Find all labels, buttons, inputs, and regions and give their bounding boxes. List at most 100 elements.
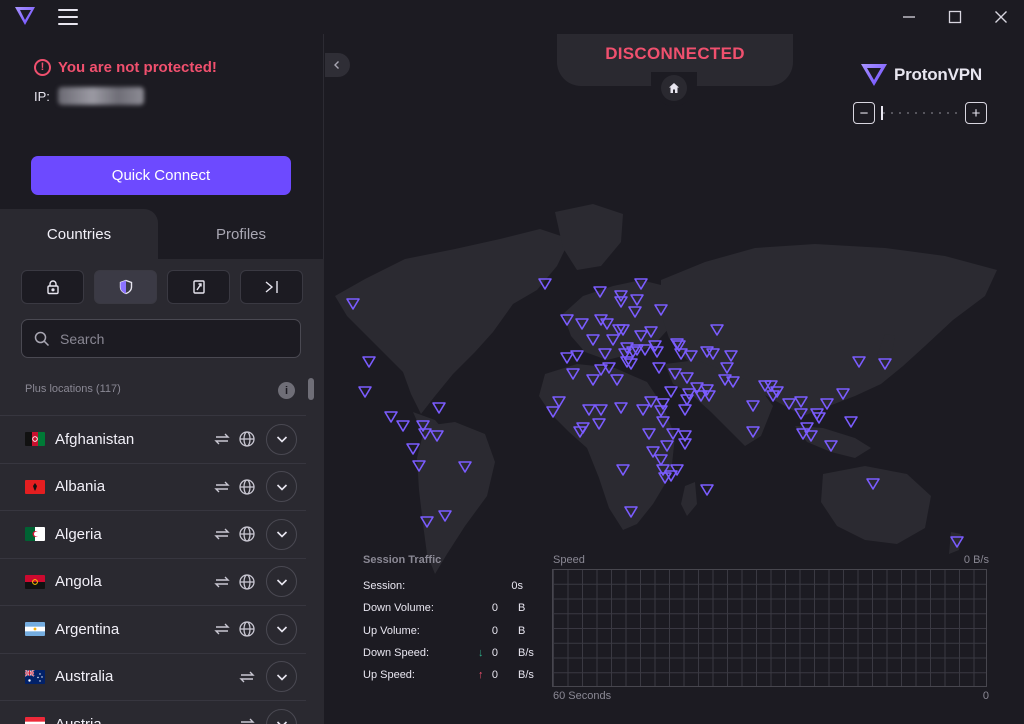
expand-button[interactable]	[266, 518, 297, 550]
flag-angola-icon	[25, 574, 45, 589]
quick-connect-button[interactable]: Quick Connect	[31, 156, 291, 195]
expand-button[interactable]	[266, 566, 297, 598]
traffic-unit: B/s	[518, 669, 534, 681]
server-marker-icon[interactable]	[560, 352, 574, 364]
p2p-arrows-icon	[241, 718, 255, 723]
ip-label: IP:	[34, 88, 50, 104]
filter-p2p-button[interactable]	[167, 270, 230, 304]
server-marker-icon[interactable]	[396, 420, 410, 432]
country-name: Albania	[55, 478, 106, 496]
server-marker-icon[interactable]	[358, 386, 372, 398]
country-name: Algeria	[55, 525, 102, 543]
flag-albania-icon	[25, 479, 45, 494]
session-traffic-title: Session Traffic	[363, 554, 442, 566]
country-row-angola[interactable]: Angola	[0, 557, 306, 606]
close-button[interactable]	[978, 0, 1024, 34]
ip-address: IP:	[34, 87, 144, 105]
brand-name: ProtonVPN	[894, 65, 982, 84]
flag-afghanistan-icon	[25, 432, 45, 447]
filter-secure-core-button[interactable]	[21, 270, 84, 304]
p2p-arrows-icon	[214, 623, 230, 635]
title-bar	[0, 0, 1024, 34]
zoom-slider-handle[interactable]	[881, 106, 883, 120]
connection-status-text: DISCONNECTED	[605, 44, 745, 63]
country-row-algeria[interactable]: Algeria	[0, 510, 306, 558]
server-marker-icon[interactable]	[664, 386, 678, 398]
filter-tor-button[interactable]	[240, 270, 303, 304]
chevron-down-icon	[276, 721, 287, 724]
hamburger-menu-icon[interactable]	[58, 7, 78, 27]
traffic-label: Session:	[363, 580, 406, 592]
traffic-label: Down Volume:	[363, 602, 434, 614]
flag-austria-icon	[25, 717, 45, 724]
server-marker-icon[interactable]	[384, 411, 398, 423]
traffic-label: Up Volume:	[363, 625, 420, 637]
feature-filters	[21, 270, 303, 304]
server-marker-icon[interactable]	[652, 362, 666, 374]
zoom-slider-track[interactable]	[883, 112, 959, 114]
home-button[interactable]	[661, 75, 687, 101]
map-panel: DISCONNECTED ProtonVPN − + Session Traff…	[325, 34, 1024, 724]
country-row-austria[interactable]: Austria	[0, 700, 306, 724]
expand-button[interactable]	[266, 471, 297, 503]
country-list: Afghanistan Albania Algeria Angola Argen…	[0, 415, 306, 724]
proton-vpn-logo-icon	[861, 64, 887, 86]
maximize-icon	[948, 10, 962, 24]
traffic-label: Down Speed:	[363, 647, 430, 659]
expand-button[interactable]	[266, 661, 297, 693]
collapse-sidebar-button[interactable]	[325, 53, 350, 77]
country-name: Australia	[55, 668, 114, 686]
speed-chart-x-right: 0	[982, 690, 989, 702]
chevron-down-icon	[276, 484, 287, 491]
tab-countries[interactable]: Countries	[0, 209, 158, 259]
server-marker-icon[interactable]	[432, 402, 446, 414]
protection-status-text: You are not protected!	[58, 59, 217, 76]
country-row-australia[interactable]: Australia	[0, 652, 306, 701]
filter-netshield-button[interactable]	[94, 270, 157, 304]
speed-chart-label: Speed	[553, 554, 585, 566]
traffic-label: Up Speed:	[363, 669, 415, 681]
search-input[interactable]	[60, 330, 280, 347]
globe-icon	[239, 574, 255, 590]
proton-logo-icon[interactable]	[14, 6, 36, 26]
expand-button[interactable]	[266, 423, 297, 455]
close-icon	[995, 11, 1007, 23]
minimize-icon	[903, 16, 915, 18]
brand-logo: ProtonVPN	[860, 63, 982, 87]
maximize-button[interactable]	[932, 0, 978, 34]
server-marker-icon[interactable]	[406, 443, 420, 455]
country-row-albania[interactable]: Albania	[0, 462, 306, 511]
server-marker-icon[interactable]	[678, 404, 692, 416]
protection-status: ! You are not protected!	[34, 59, 217, 76]
home-icon	[669, 83, 679, 93]
tab-profiles[interactable]: Profiles	[158, 209, 324, 259]
sidebar: ! You are not protected! IP: Quick Conne…	[0, 34, 324, 724]
search-field[interactable]	[21, 319, 301, 358]
country-row-afghanistan[interactable]: Afghanistan	[0, 415, 306, 463]
traffic-value: 0s	[511, 580, 523, 592]
p2p-arrows-icon	[214, 433, 230, 445]
server-marker-icon[interactable]	[844, 416, 858, 428]
sidebar-tabs: Countries Profiles	[0, 209, 324, 259]
expand-button[interactable]	[266, 613, 297, 645]
flag-argentina-icon	[25, 622, 45, 637]
server-marker-icon[interactable]	[362, 356, 376, 368]
list-scrollbar[interactable]	[307, 378, 315, 724]
traffic-row-session: Session: 0s	[363, 580, 543, 596]
zoom-in-button[interactable]: +	[965, 102, 987, 124]
chevron-down-icon	[276, 436, 287, 443]
shield-icon	[119, 279, 132, 295]
expand-button[interactable]	[266, 708, 297, 724]
ip-value-redacted	[57, 87, 144, 105]
chevron-down-icon	[276, 626, 287, 633]
info-icon[interactable]: i	[278, 382, 295, 399]
zoom-out-button[interactable]: −	[853, 102, 875, 124]
minimize-button[interactable]	[886, 0, 932, 34]
scrollbar-thumb[interactable]	[308, 378, 314, 400]
server-marker-icon[interactable]	[670, 464, 684, 476]
tor-icon	[265, 281, 278, 293]
country-row-argentina[interactable]: Argentina	[0, 605, 306, 653]
server-marker-icon[interactable]	[700, 484, 714, 496]
country-name: Austria	[55, 716, 102, 724]
up-arrow-icon: ↑	[478, 669, 484, 681]
